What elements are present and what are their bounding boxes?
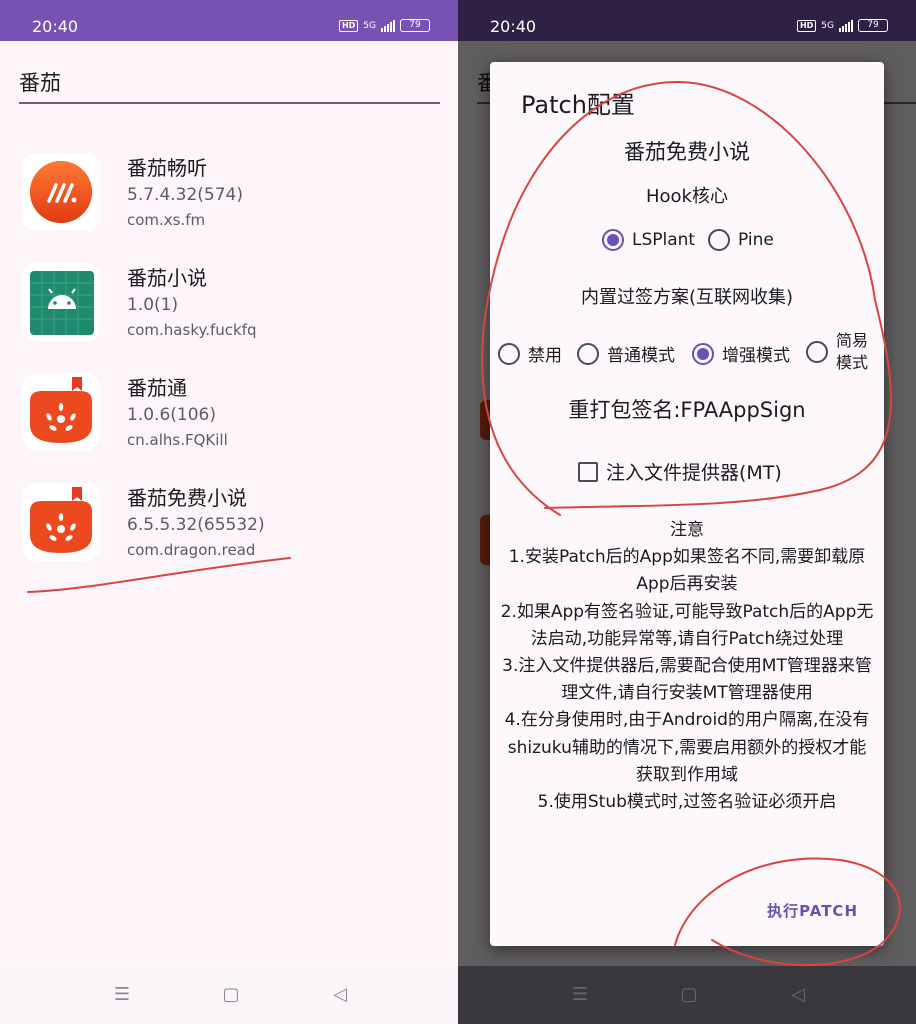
menu-icon[interactable]: ☰ <box>569 984 591 1006</box>
navigation-bar: ☰ ▢ ◁ <box>458 966 916 1024</box>
radio-label: 普通模式 <box>607 346 675 366</box>
checkbox-label: 注入文件提供器(MT) <box>606 462 782 484</box>
app-name: 番茄免费小说 <box>127 486 247 510</box>
radio-unselected-icon <box>498 342 520 365</box>
app-package: com.hasky.fuckfq <box>127 321 257 339</box>
radio-label: 简易 模式 <box>836 331 869 372</box>
radio-label: Pine <box>738 230 774 250</box>
execute-patch-button[interactable]: 执行PATCH <box>767 900 858 921</box>
app-version: 5.7.4.32(574) <box>127 185 244 205</box>
radio-pine[interactable]: Pine <box>708 229 774 251</box>
app-list-screen: 20:40 HD 5G 79 番茄 番茄畅听 5.7.4.32(574) com… <box>0 0 458 1024</box>
signature-bypass-label: 内置过签方案(互联网收集) <box>580 287 794 308</box>
hd-icon: HD <box>796 19 817 32</box>
battery-icon: 79 <box>858 19 888 32</box>
battery-icon: 79 <box>400 19 430 32</box>
inject-provider-checkbox[interactable]: 注入文件提供器(MT) <box>578 458 782 485</box>
app-package: com.dragon.read <box>127 541 256 559</box>
radio-normal-mode[interactable]: 普通模式 <box>577 341 675 366</box>
network-label: 5G <box>363 20 376 31</box>
note-item: 2.如果App有签名验证,可能导致Patch后的App无法启动,功能异常等,请自… <box>500 601 874 649</box>
note-item: 4.在分身使用时,由于Android的用户隔离,在没有shizuku辅助的情况下… <box>504 710 870 785</box>
patch-dialog-screen: 20:40 HD 5G 79 番 ☰ ▢ ◁ Patch配置 番茄免费小说 Ho… <box>458 0 916 1024</box>
list-item[interactable]: 番茄畅听 5.7.4.32(574) com.xs.fm <box>0 150 458 250</box>
fanqie-tingting-icon <box>22 153 100 231</box>
radio-enhanced-mode[interactable]: 增强模式 <box>692 341 790 366</box>
app-package: com.xs.fm <box>127 211 206 229</box>
status-time: 20:40 <box>32 17 79 36</box>
radio-selected-icon <box>692 342 714 365</box>
status-bar: 20:40 HD 5G 79 <box>458 0 916 41</box>
app-name: 番茄通 <box>127 376 187 400</box>
radio-lsplant[interactable]: LSPlant <box>602 229 695 251</box>
target-app-name: 番茄免费小说 <box>624 140 750 164</box>
notes-section: 注意 1.安装Patch后的App如果签名不同,需要卸载原App后再安装 2.如… <box>500 517 874 860</box>
navigation-bar: ☰ ▢ ◁ <box>0 966 458 1024</box>
dialog-title: Patch配置 <box>521 91 635 119</box>
radio-unselected-icon <box>708 229 730 251</box>
hd-icon: HD <box>338 19 359 32</box>
list-item[interactable]: 番茄小说 1.0(1) com.hasky.fuckfq <box>0 260 458 360</box>
radio-label: 禁用 <box>528 346 562 366</box>
notes-title: 注意 <box>670 520 704 540</box>
app-package: cn.alhs.FQKill <box>127 431 228 449</box>
status-time: 20:40 <box>490 17 537 36</box>
menu-icon[interactable]: ☰ <box>111 984 133 1006</box>
radio-simple-mode[interactable]: 简易 模式 <box>806 330 868 374</box>
radio-selected-icon <box>602 229 624 251</box>
home-icon[interactable]: ▢ <box>678 984 700 1006</box>
note-item: 1.安装Patch后的App如果签名不同,需要卸载原App后再安装 <box>508 547 866 595</box>
hook-core-label: Hook核心 <box>646 186 728 207</box>
note-item: 3.注入文件提供器后,需要配合使用MT管理器来管理文件,请自行安装MT管理器使用 <box>502 656 872 704</box>
resign-label: 重打包签名:FPAAppSign <box>568 398 806 422</box>
radio-label: LSPlant <box>632 230 696 250</box>
tomato-icon <box>22 483 100 561</box>
list-item[interactable]: 番茄免费小说 6.5.5.32(65532) com.dragon.read <box>0 480 458 580</box>
search-input[interactable]: 番茄 <box>19 68 440 104</box>
list-item[interactable]: 番茄通 1.0.6(106) cn.alhs.FQKill <box>0 370 458 470</box>
app-name: 番茄畅听 <box>127 156 207 180</box>
patch-config-dialog: Patch配置 番茄免费小说 Hook核心 LSPlant Pine 内置过签方… <box>490 62 884 946</box>
app-name: 番茄小说 <box>127 266 207 290</box>
radio-unselected-icon <box>806 341 828 363</box>
app-version: 1.0.6(106) <box>127 405 216 425</box>
tomato-icon <box>22 373 100 451</box>
android-icon <box>22 263 100 341</box>
radio-label: 增强模式 <box>722 346 790 366</box>
app-version: 6.5.5.32(65532) <box>127 515 265 535</box>
app-version: 1.0(1) <box>127 295 179 315</box>
signal-icon <box>381 19 395 32</box>
radio-unselected-icon <box>577 342 599 365</box>
back-icon[interactable]: ◁ <box>787 984 809 1006</box>
note-item: 5.使用Stub模式时,过签名验证必须开启 <box>537 792 837 813</box>
radio-disabled[interactable]: 禁用 <box>498 341 562 366</box>
signal-icon <box>839 19 853 32</box>
network-label: 5G <box>821 20 834 31</box>
status-bar: 20:40 HD 5G 79 <box>0 0 458 41</box>
home-icon[interactable]: ▢ <box>220 984 242 1006</box>
checkbox-icon <box>578 461 598 482</box>
back-icon[interactable]: ◁ <box>329 984 351 1006</box>
